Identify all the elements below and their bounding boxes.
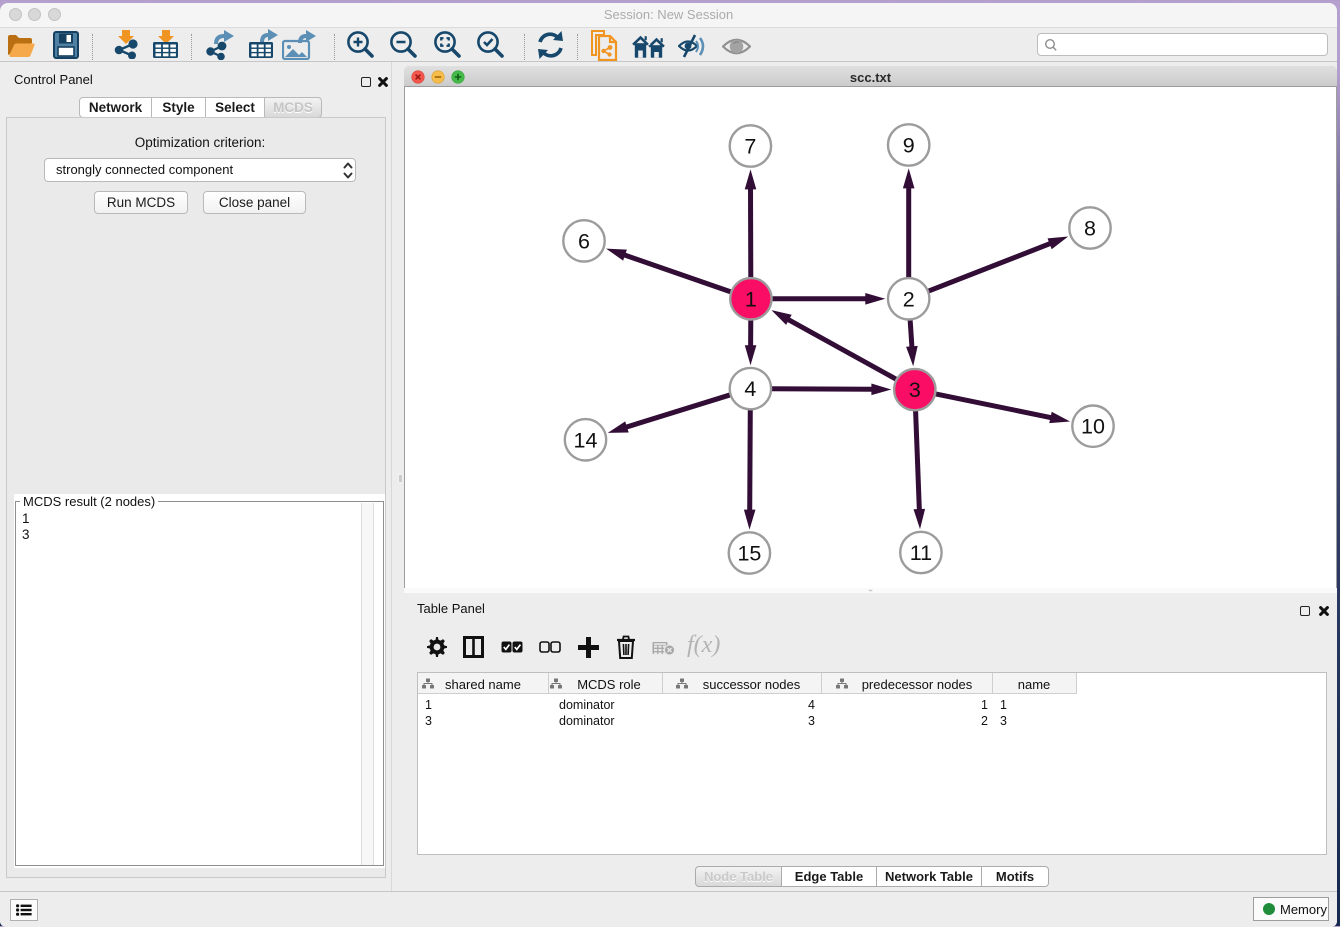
svg-text:1: 1 <box>745 287 757 311</box>
svg-text:7: 7 <box>744 135 756 159</box>
svg-text:4: 4 <box>744 377 756 401</box>
svg-text:8: 8 <box>1084 217 1096 241</box>
svg-text:6: 6 <box>578 229 590 253</box>
svg-text:2: 2 <box>903 287 915 311</box>
svg-text:14: 14 <box>574 428 598 452</box>
svg-text:9: 9 <box>903 134 915 158</box>
svg-text:3: 3 <box>909 378 921 402</box>
svg-text:10: 10 <box>1081 415 1105 439</box>
svg-text:11: 11 <box>910 541 932 565</box>
svg-text:15: 15 <box>737 542 761 566</box>
